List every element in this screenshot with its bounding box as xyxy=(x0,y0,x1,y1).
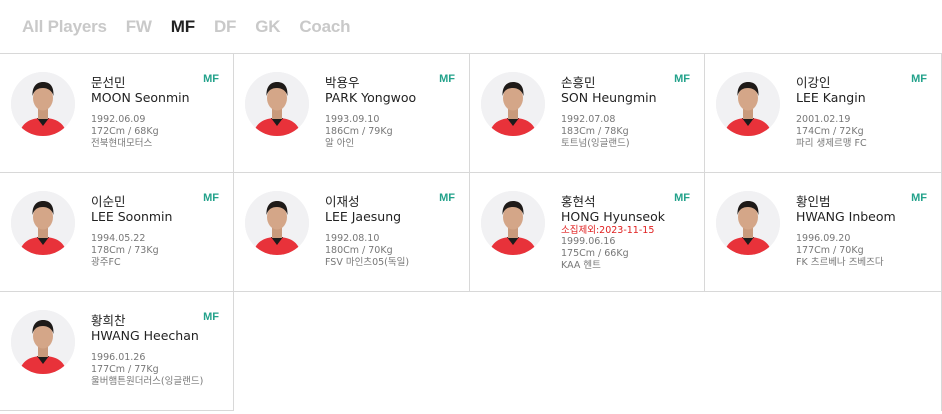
player-photo xyxy=(481,191,545,255)
player-card[interactable]: 이순민 LEE Soonmin 1994.05.22 178Cm / 73Kg 광주FC… xyxy=(0,173,234,292)
player-name-english: LEE Kangin xyxy=(796,90,866,105)
player-club: 광주FC xyxy=(91,257,121,268)
tab-coach[interactable]: Coach xyxy=(299,17,350,37)
player-meta: 1996.09.20 177Cm / 70Kg FK 츠르베나 즈베즈다 xyxy=(796,233,933,269)
empty-cell xyxy=(234,292,470,411)
player-club: 토트넘(잉글랜드) xyxy=(561,138,630,149)
player-height-weight: 180Cm / 70Kg xyxy=(325,245,393,256)
player-birthdate: 1993.09.10 xyxy=(325,114,380,125)
player-info: 홍현석 HONG Hyunseok 소집제외:2023-11-15 1999.06.1… xyxy=(561,194,696,272)
player-birthdate: 1992.08.10 xyxy=(325,233,380,244)
player-club: 울버햄튼원더러스(잉글랜드) xyxy=(91,376,204,387)
player-info: 이재성 LEE Jaesung 1992.08.10 180Cm / 70Kg FSV … xyxy=(325,194,461,269)
player-club: 파리 생제르맹 FC xyxy=(796,138,867,149)
player-meta: 1994.05.22 178Cm / 73Kg 광주FC xyxy=(91,233,225,269)
player-card[interactable]: 이강인 LEE Kangin 2001.02.19 174Cm / 72Kg 파리 생제… xyxy=(705,54,942,173)
player-photo xyxy=(245,72,309,136)
player-card[interactable]: 박용우 PARK Yongwoo 1993.09.10 186Cm / 79Kg 알 아… xyxy=(234,54,470,173)
player-card[interactable]: 황희찬 HWANG Heechan 1996.01.26 177Cm / 77Kg 울버… xyxy=(0,292,234,411)
player-name-english: HWANG Heechan xyxy=(91,328,199,343)
position-badge: MF xyxy=(911,192,927,204)
player-card[interactable]: 문선민 MOON Seonmin 1992.06.09 172Cm / 68Kg 전북현… xyxy=(0,54,234,173)
player-photo xyxy=(245,191,309,255)
player-info: 이순민 LEE Soonmin 1994.05.22 178Cm / 73Kg 광주FC xyxy=(91,194,225,269)
player-photo xyxy=(11,191,75,255)
player-name-english: LEE Jaesung xyxy=(325,209,402,224)
player-height-weight: 183Cm / 78Kg xyxy=(561,126,629,137)
player-birthdate: 1992.07.08 xyxy=(561,114,616,125)
player-club: FSV 마인츠05(독일) xyxy=(325,257,410,268)
player-club: 알 아인 xyxy=(325,138,355,149)
player-info: 박용우 PARK Yongwoo 1993.09.10 186Cm / 79Kg 알 아… xyxy=(325,75,461,150)
player-photo xyxy=(481,72,545,136)
player-grid: 문선민 MOON Seonmin 1992.06.09 172Cm / 68Kg 전북현… xyxy=(0,53,942,411)
player-info: 이강인 LEE Kangin 2001.02.19 174Cm / 72Kg 파리 생제… xyxy=(796,75,933,150)
player-height-weight: 177Cm / 77Kg xyxy=(91,364,159,375)
player-meta: 1992.08.10 180Cm / 70Kg FSV 마인츠05(독일) xyxy=(325,233,461,269)
empty-cell xyxy=(705,292,942,411)
player-photo xyxy=(716,72,780,136)
position-badge: MF xyxy=(439,192,455,204)
player-photo xyxy=(11,72,75,136)
player-card[interactable]: 손흥민 SON Heungmin 1992.07.08 183Cm / 78Kg 토트넘… xyxy=(470,54,705,173)
position-badge: MF xyxy=(203,73,219,85)
player-birthdate: 2001.02.19 xyxy=(796,114,851,125)
excluded-notice: 소집제외:2023-11-15 xyxy=(561,225,655,236)
position-badge: MF xyxy=(674,192,690,204)
player-info: 황희찬 HWANG Heechan 1996.01.26 177Cm / 77Kg 울버… xyxy=(91,313,225,388)
tab-all-players[interactable]: All Players xyxy=(22,17,107,37)
player-club: FK 츠르베나 즈베즈다 xyxy=(796,257,884,268)
player-height-weight: 172Cm / 68Kg xyxy=(91,126,159,137)
player-meta: 1999.06.16 175Cm / 66Kg KAA 헨트 xyxy=(561,236,696,272)
empty-cell xyxy=(470,292,705,411)
player-name-english: PARK Yongwoo xyxy=(325,90,417,105)
player-club: KAA 헨트 xyxy=(561,260,601,271)
player-birthdate: 1999.06.16 xyxy=(561,236,616,247)
player-name-english: HONG Hyunseok xyxy=(561,209,665,224)
player-info: 문선민 MOON Seonmin 1992.06.09 172Cm / 68Kg 전북현… xyxy=(91,75,225,150)
position-badge: MF xyxy=(439,73,455,85)
player-birthdate: 1996.01.26 xyxy=(91,352,146,363)
player-card[interactable]: 황인범 HWANG Inbeom 1996.09.20 177Cm / 70Kg FK … xyxy=(705,173,942,292)
player-height-weight: 177Cm / 70Kg xyxy=(796,245,864,256)
tab-df[interactable]: DF xyxy=(214,17,236,37)
tab-fw[interactable]: FW xyxy=(126,17,152,37)
player-meta: 1993.09.10 186Cm / 79Kg 알 아인 xyxy=(325,114,461,150)
player-card[interactable]: 홍현석 HONG Hyunseok 소집제외:2023-11-15 1999.06.1… xyxy=(470,173,705,292)
player-info: 황인범 HWANG Inbeom 1996.09.20 177Cm / 70Kg FK … xyxy=(796,194,933,269)
player-birthdate: 1992.06.09 xyxy=(91,114,146,125)
player-card[interactable]: 이재성 LEE Jaesung 1992.08.10 180Cm / 70Kg FSV … xyxy=(234,173,470,292)
position-filter-tabs: All Players FW MF DF GK Coach xyxy=(0,0,942,53)
player-height-weight: 174Cm / 72Kg xyxy=(796,126,864,137)
tab-mf[interactable]: MF xyxy=(171,17,195,37)
player-photo xyxy=(11,310,75,374)
player-meta: 1992.07.08 183Cm / 78Kg 토트넘(잉글랜드) xyxy=(561,114,696,150)
position-badge: MF xyxy=(203,192,219,204)
player-name-english: HWANG Inbeom xyxy=(796,209,896,224)
player-height-weight: 186Cm / 79Kg xyxy=(325,126,393,137)
player-photo xyxy=(716,191,780,255)
player-name-english: SON Heungmin xyxy=(561,90,657,105)
player-meta: 1996.01.26 177Cm / 77Kg 울버햄튼원더러스(잉글랜드) xyxy=(91,352,225,388)
tab-gk[interactable]: GK xyxy=(255,17,280,37)
player-name-english: LEE Soonmin xyxy=(91,209,173,224)
player-birthdate: 1994.05.22 xyxy=(91,233,146,244)
position-badge: MF xyxy=(911,73,927,85)
position-badge: MF xyxy=(203,311,219,323)
position-badge: MF xyxy=(674,73,690,85)
player-club: 전북현대모터스 xyxy=(91,138,153,149)
player-name-english: MOON Seonmin xyxy=(91,90,190,105)
player-meta: 1992.06.09 172Cm / 68Kg 전북현대모터스 xyxy=(91,114,225,150)
player-birthdate: 1996.09.20 xyxy=(796,233,851,244)
player-height-weight: 178Cm / 73Kg xyxy=(91,245,159,256)
player-info: 손흥민 SON Heungmin 1992.07.08 183Cm / 78Kg 토트넘… xyxy=(561,75,696,150)
player-meta: 2001.02.19 174Cm / 72Kg 파리 생제르맹 FC xyxy=(796,114,933,150)
player-height-weight: 175Cm / 66Kg xyxy=(561,248,629,259)
